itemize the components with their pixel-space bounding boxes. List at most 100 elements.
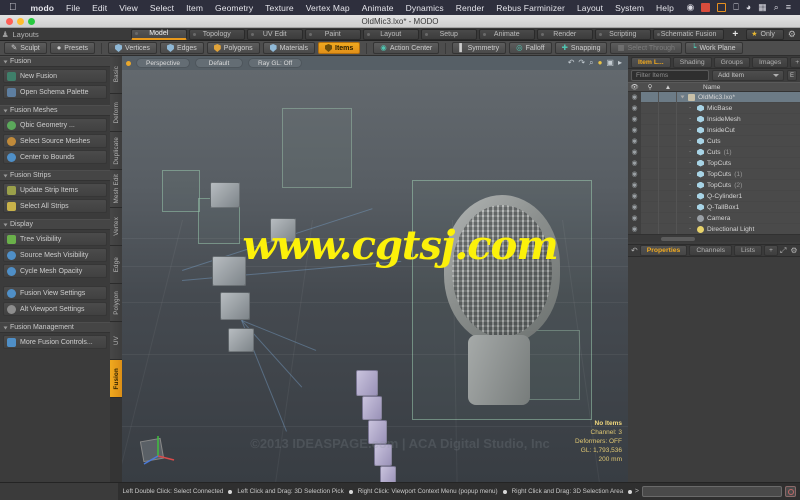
center-to-bounds-button[interactable]: Center to Bounds [3,150,107,164]
tree-visibility-button[interactable]: Tree Visibility [3,232,107,246]
select-through-button[interactable]: ▦ Select Through [610,42,682,54]
menu-edit[interactable]: Edit [86,3,113,13]
materials-mode-button[interactable]: Materials [262,42,315,54]
red-square-icon[interactable] [701,3,711,12]
command-input[interactable] [642,486,782,497]
menu-file[interactable]: File [60,3,86,13]
visibility-icon[interactable]: ◉ [628,179,641,191]
lock-cell[interactable] [641,223,659,234]
layout-tab-schematic-fusion[interactable]: Schematic Fusion [652,28,725,40]
search-icon[interactable]: ⌕ [774,3,779,12]
layout-tab-scripting[interactable]: Scripting [594,28,651,40]
lock-cell[interactable] [641,201,659,213]
section-header-fusion-management[interactable]: Fusion Management [0,322,110,333]
tab-images[interactable]: Images [751,56,789,68]
item-row-cuts-1[interactable]: ◉ - Cuts (1) [628,146,800,158]
item-row-topcuts-1[interactable]: ◉ - TopCuts (1) [628,168,800,180]
menu-system[interactable]: System [609,3,650,13]
airplay-icon[interactable]: ⎕ [733,3,738,12]
lock-cell[interactable] [641,135,659,147]
item-row-q-cylinder1[interactable]: ◉ - Q-Cylinder1 [628,190,800,202]
raygl-dropdown[interactable]: Ray GL: Off [247,58,303,68]
undo-view-icon[interactable]: ↶ [568,59,575,67]
menu-render[interactable]: Render [450,3,490,13]
edges-mode-button[interactable]: Edges [159,42,204,54]
tab-channels[interactable]: Channels [689,245,733,256]
color-cell[interactable] [659,135,677,147]
visibility-icon[interactable]: ◉ [628,146,641,158]
update-strip-items-button[interactable]: Update Strip Items [3,183,107,197]
back-arrow-icon[interactable]: ↶ [631,246,638,255]
visibility-icon[interactable]: ◉ [628,113,641,125]
menu-texture[interactable]: Texture [259,3,300,13]
vtab-vertex[interactable]: Vertex [110,208,122,246]
tab-shading[interactable]: Shading [672,56,712,68]
visibility-icon[interactable]: ◉ [628,168,641,180]
list-icon[interactable]: ≡ [786,3,791,12]
color-cell[interactable] [659,113,677,125]
lock-cell[interactable] [641,212,659,224]
only-toggle-button[interactable]: ★ Only [746,28,784,40]
layout-tab-layout[interactable]: Layout [362,28,419,40]
layout-tab-setup[interactable]: Setup [420,28,477,40]
viewport-3d[interactable]: Perspective Default Ray GL: Off ↶ ↷ ⌕ ● … [122,56,628,482]
color-cell[interactable] [659,190,677,202]
visibility-icon[interactable]: ◉ [628,92,641,103]
vtab-fusion[interactable]: Fusion [110,360,122,398]
shading-dropdown[interactable]: Default [194,58,243,68]
wifi-icon[interactable]: ◕ [746,3,751,12]
orange-frame-icon[interactable] [717,3,727,12]
menu-rebus-farminizer[interactable]: Rebus Farminizer [490,3,571,13]
select-all-strips-button[interactable]: Select All Strips [3,199,107,213]
visibility-icon[interactable]: ◉ [628,124,641,136]
fusion-view-settings-button[interactable]: Fusion View Settings [3,286,107,300]
layout-tab-animate[interactable]: Animate [478,28,535,40]
new-fusion-button[interactable]: New Fusion [3,69,107,83]
gear-icon[interactable]: ⚙ [788,29,796,40]
viewport-menu-icon[interactable] [126,60,131,66]
color-cell[interactable] [659,223,677,234]
item-row-q-tallbox1[interactable]: ◉ - Q-TallBox1 [628,201,800,213]
item-row-camera[interactable]: ◉ - Camera [628,212,800,224]
vtab-duplicate[interactable]: Duplicate [110,132,122,170]
lock-cell[interactable] [641,168,659,180]
layout-tab-model[interactable]: Model [130,28,187,40]
scrollbar-thumb[interactable] [661,236,695,241]
vtab-basic[interactable]: Basic [110,56,122,94]
projection-dropdown[interactable]: Perspective [136,58,190,68]
action-center-button[interactable]: ◉ Action Center [373,42,440,54]
item-row-micbase[interactable]: ◉ - MicBase [628,102,800,114]
vtab-uv[interactable]: UV [110,322,122,360]
menu-item[interactable]: Item [180,3,209,13]
color-cell[interactable] [659,157,677,169]
work-plane-button[interactable]: ┕ Work Plane [684,42,743,54]
lock-cell[interactable] [641,157,659,169]
apple-icon[interactable]:  [9,2,17,13]
items-mode-button[interactable]: Items [318,42,361,54]
camera-icon[interactable]: ▣ [606,59,614,67]
lock-cell[interactable] [641,113,659,125]
viewport-canvas[interactable]: No Items Channel: 3 Deformers: OFF GL: 1… [122,70,628,482]
menu-animate[interactable]: Animate [356,3,400,13]
vtab-polygon[interactable]: Polygon [110,284,122,322]
add-item-dropdown[interactable]: Add Item [712,70,784,81]
open-schema-palette-button[interactable]: Open Schema Palette [3,85,107,99]
lock-cell[interactable] [641,179,659,191]
layout-tab-topology[interactable]: Topology [188,28,245,40]
color-cell[interactable] [659,102,677,114]
alt-viewport-settings-button[interactable]: Alt Viewport Settings [3,302,107,316]
menu-help[interactable]: Help [650,3,680,13]
item-row-topcuts-2[interactable]: ◉ - TopCuts (2) [628,179,800,191]
lock-cell[interactable] [641,146,659,158]
menu-select[interactable]: Select [144,3,180,13]
vertices-mode-button[interactable]: Vertices [108,42,157,54]
tab-add[interactable]: + [790,56,800,68]
vtab-deform[interactable]: Deform [110,94,122,132]
zoom-icon[interactable]: ⌕ [589,59,593,67]
color-cell[interactable] [659,124,677,136]
sculpt-button[interactable]: ✎ Sculpt [4,42,47,54]
edit-filter-button[interactable]: E [787,70,797,81]
visibility-icon[interactable]: ◉ [628,135,641,147]
vtab-edge[interactable]: Edge [110,246,122,284]
item-row-cuts[interactable]: ◉ - Cuts [628,135,800,147]
